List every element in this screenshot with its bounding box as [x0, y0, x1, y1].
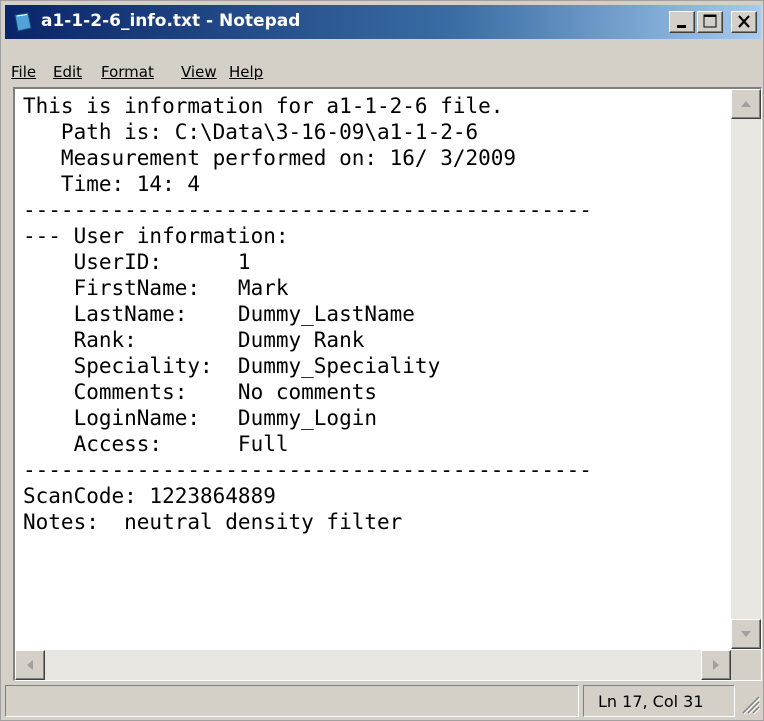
- cursor-position: Ln 17, Col 31: [598, 692, 704, 711]
- minimize-button[interactable]: [669, 11, 695, 33]
- menu-help[interactable]: Help: [229, 63, 263, 81]
- scroll-up-icon: [741, 101, 751, 107]
- text-line: Speciality: Dummy_Speciality: [23, 354, 441, 378]
- maximize-icon: [703, 14, 717, 28]
- title-bar[interactable]: a1-1-2-6_info.txt - Notepad: [5, 5, 761, 39]
- scroll-right-button[interactable]: [701, 650, 731, 680]
- status-bar: Ln 17, Col 31: [5, 685, 761, 719]
- text-editor[interactable]: This is information for a1-1-2-6 file. P…: [13, 87, 762, 681]
- text-line: Time: 14: 4: [23, 172, 201, 196]
- text-line: This is information for a1-1-2-6 file.: [23, 94, 504, 118]
- scroll-right-icon: [713, 660, 719, 670]
- document-text[interactable]: This is information for a1-1-2-6 file. P…: [23, 93, 728, 647]
- minimize-icon: [677, 25, 686, 28]
- text-line: LoginName: Dummy_Login: [23, 406, 378, 430]
- menu-bar: File Edit Format View Help: [5, 59, 761, 87]
- menu-edit[interactable]: Edit: [53, 63, 82, 81]
- text-line: Rank: Dummy Rank: [23, 328, 365, 352]
- scroll-down-icon: [741, 631, 751, 637]
- text-line: Notes: neutral density filter: [23, 510, 403, 534]
- close-button[interactable]: [731, 11, 757, 33]
- text-line: Path is: C:\Data\3-16-09\a1-1-2-6: [23, 120, 479, 144]
- menu-file[interactable]: File: [11, 63, 36, 81]
- window-title: a1-1-2-6_info.txt - Notepad: [41, 11, 301, 31]
- text-line: UserID: 1: [23, 250, 251, 274]
- separator-line: ----------------------------------------…: [23, 458, 592, 482]
- text-line: LastName: Dummy_LastName: [23, 302, 415, 326]
- scrollbar-corner: [731, 650, 761, 680]
- separator-line: ----------------------------------------…: [23, 198, 592, 222]
- status-panel-main: [5, 685, 579, 717]
- text-line: Access: Full: [23, 432, 289, 456]
- maximize-button[interactable]: [697, 11, 723, 33]
- scroll-down-button[interactable]: [731, 619, 761, 649]
- text-line: Measurement performed on: 16/ 3/2009: [23, 146, 517, 170]
- text-line: ScanCode: 1223864889: [23, 484, 276, 508]
- close-icon: [738, 15, 750, 28]
- horizontal-scrollbar[interactable]: [15, 650, 731, 680]
- text-line: Comments: No comments: [23, 380, 378, 404]
- scroll-left-icon: [27, 660, 33, 670]
- vertical-scrollbar[interactable]: [731, 89, 761, 649]
- size-grip-icon[interactable]: [739, 693, 761, 715]
- status-panel-position: Ln 17, Col 31: [583, 685, 735, 717]
- menu-view[interactable]: View: [181, 63, 217, 81]
- scroll-up-button[interactable]: [731, 89, 761, 119]
- notepad-icon: [14, 12, 32, 32]
- text-line: FirstName: Mark: [23, 276, 289, 300]
- text-line: --- User information:: [23, 224, 289, 248]
- scroll-left-button[interactable]: [15, 650, 45, 680]
- menu-format[interactable]: Format: [101, 63, 154, 81]
- notepad-window: a1-1-2-6_info.txt - Notepad File Edit Fo…: [0, 0, 764, 721]
